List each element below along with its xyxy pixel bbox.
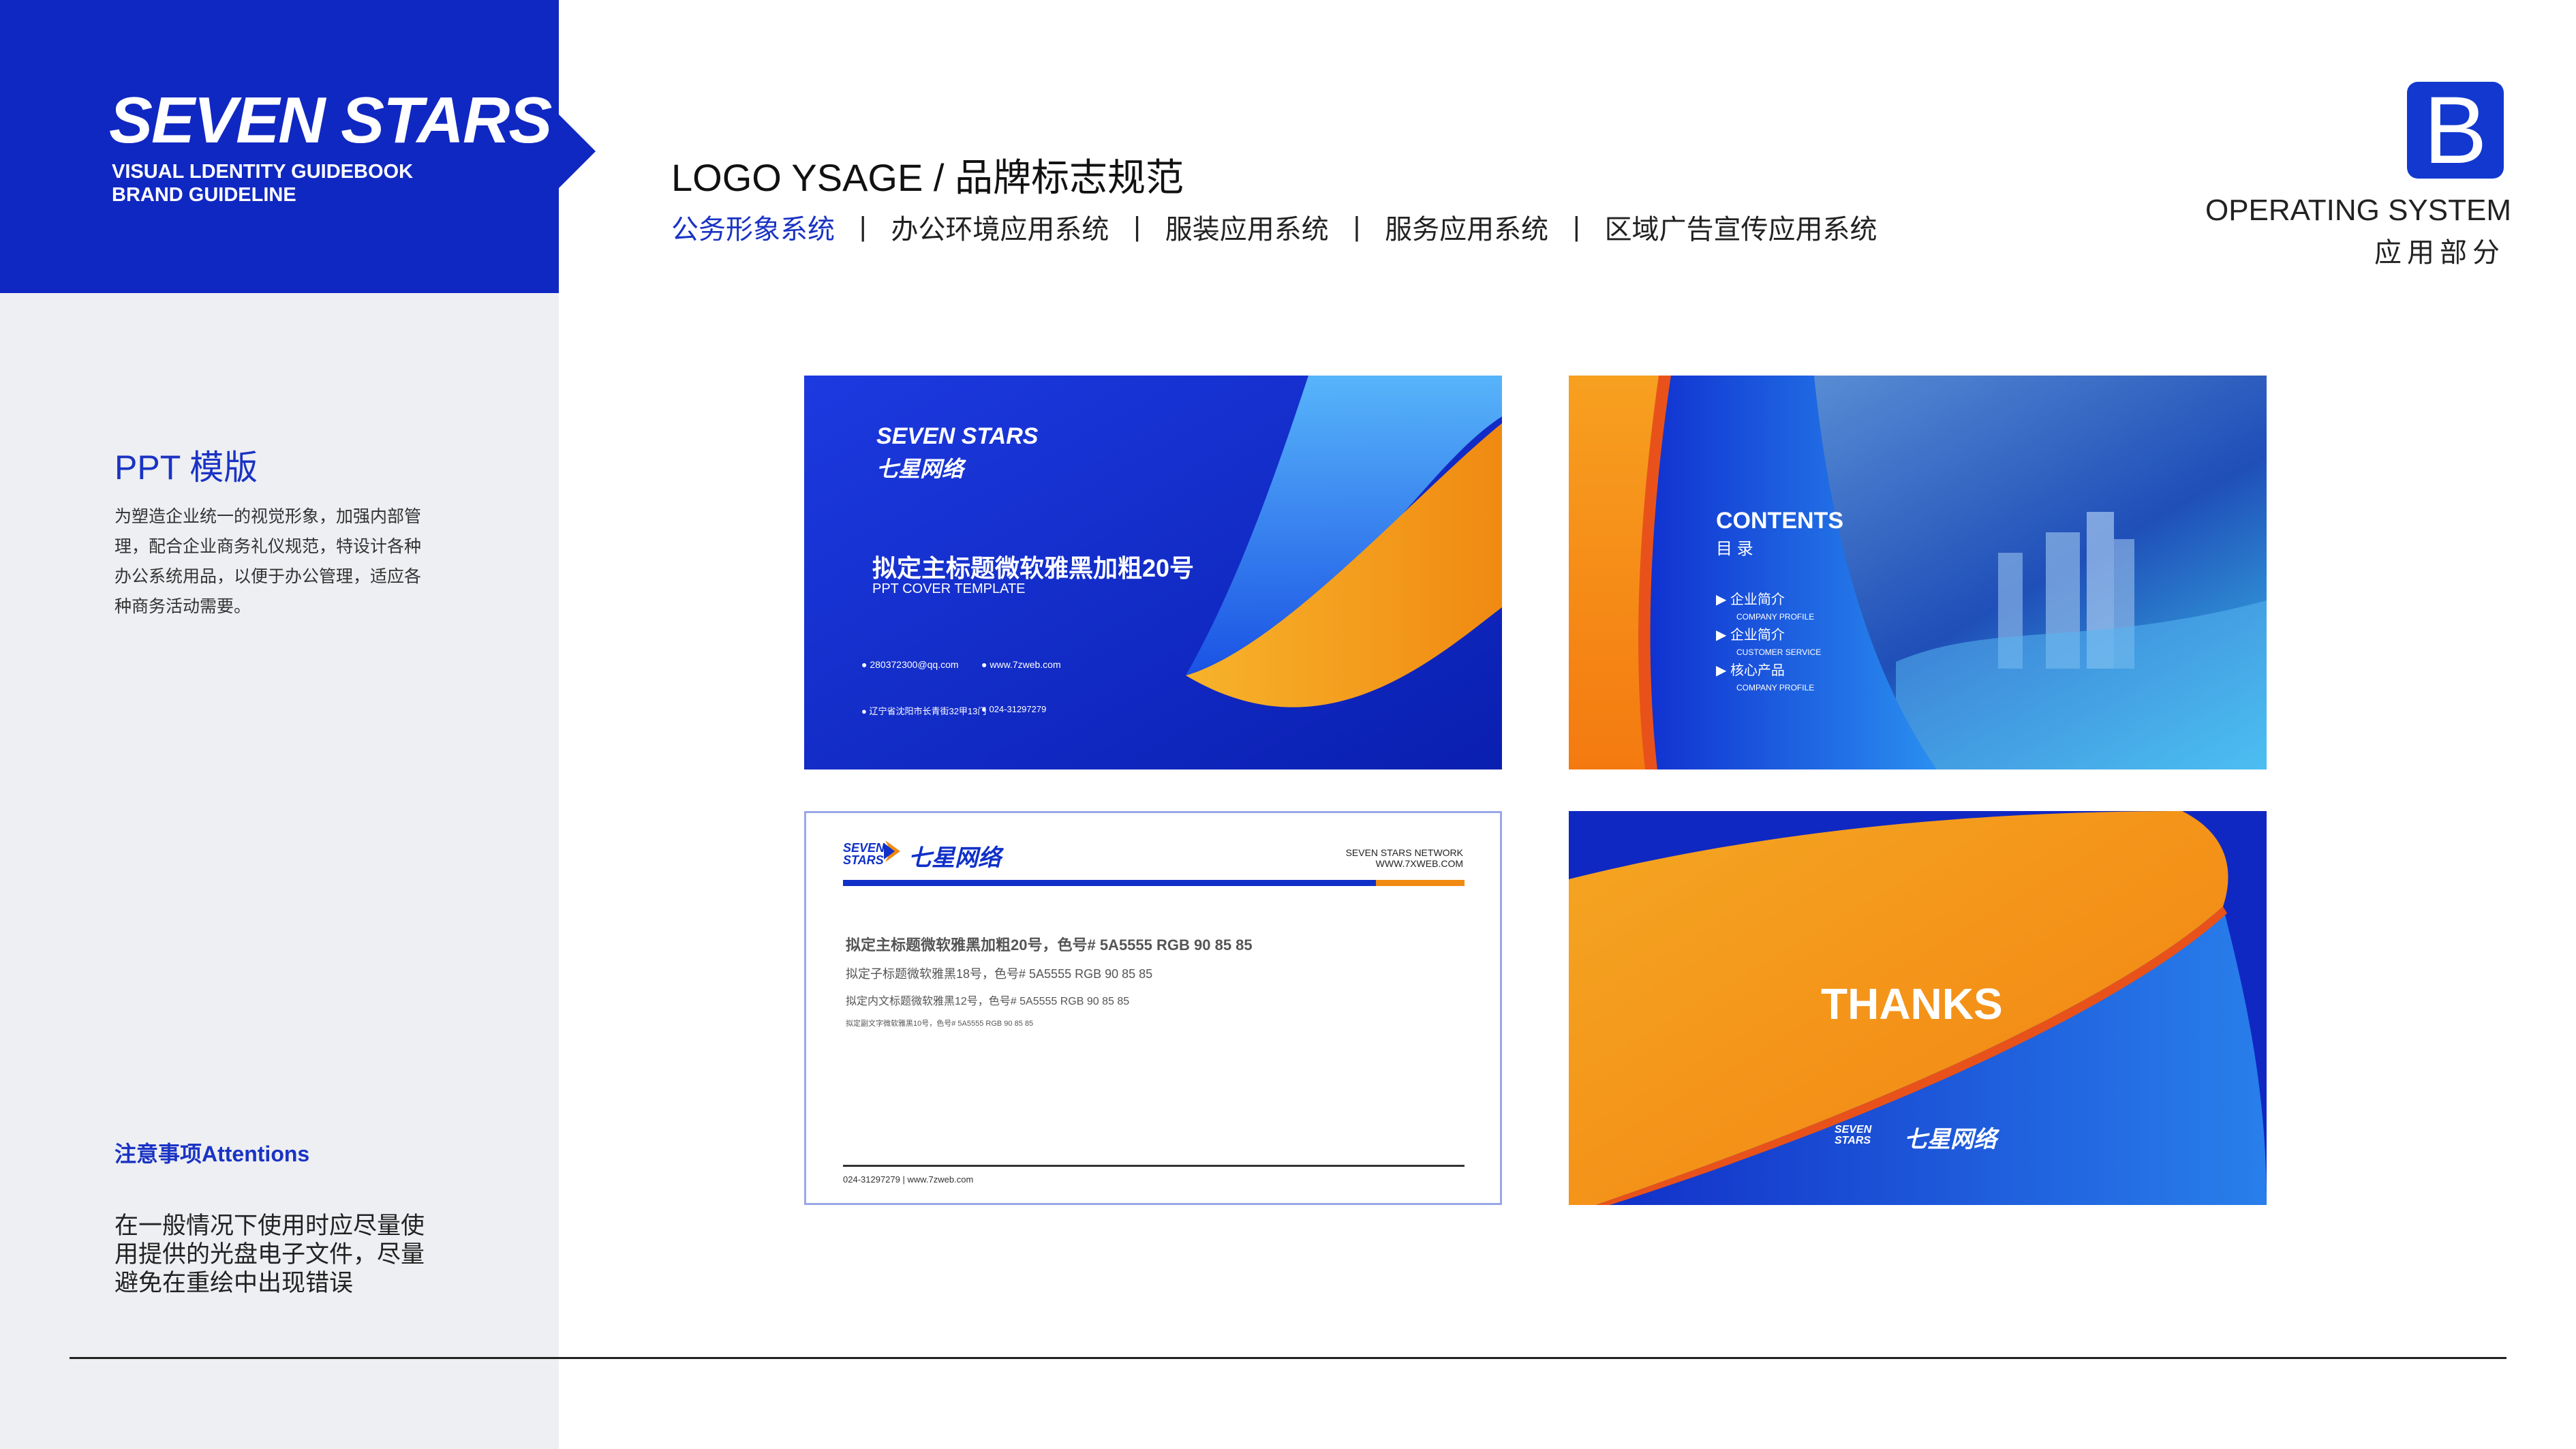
thanks-logo-en: SEVEN STARS (1835, 1124, 1872, 1146)
attention-description: 在一般情况下使用时应尽量使用提供的光盘电子文件，尽量避免在重绘中出现错误 (114, 1212, 425, 1296)
nav-item-service[interactable]: 服务应用系统 (1385, 207, 1548, 247)
contents-item: ▶ 企业简介 COMPANY PROFILE (1716, 592, 1815, 622)
content-logo-cn: 七星网络 (908, 845, 1001, 871)
star-swoosh-icon (883, 838, 903, 865)
attention-title: 注意事项Attentions (114, 1142, 310, 1166)
cover-phone: ● 024-31297279 (981, 704, 1047, 714)
cover-logo-en: SEVEN STARS (876, 423, 1039, 449)
content-network: SEVEN STARS NETWORK WWW.7XWEB.COM (1345, 847, 1463, 869)
thanks-text: THANKS (1821, 979, 2003, 1028)
content-logo-en: SEVEN STARS (843, 841, 885, 867)
section-title: PPT 模版 (114, 448, 258, 487)
nav-separator: | (1573, 211, 1580, 242)
contents-item: ▶ 核心产品 COMPANY PROFILE (1716, 663, 1815, 692)
content-line-4: 拟定副文字微软雅黑10号，色号# 5A5555 RGB 90 85 85 (846, 1020, 1034, 1028)
brand-subtitle-1: VISUAL LDENTITY GUIDEBOOK (112, 161, 414, 183)
section-description: 为塑造企业统一的视觉形象，加强内部管理，配合企业商务礼仪规范，特设计各种办公系统… (114, 507, 422, 616)
page-title: LOGO YSAGE / 品牌标志规范 (671, 156, 1184, 199)
content-header-bar-blue (843, 880, 1376, 886)
content-line-1: 拟定主标题微软雅黑加粗20号，色号# 5A5555 RGB 90 85 85 (846, 936, 1253, 954)
contents-item: ▶ 企业简介 CUSTOMER SERVICE (1716, 628, 1822, 657)
content-line-3: 拟定内文标题微软雅黑12号，色号# 5A5555 RGB 90 85 85 (846, 996, 1130, 1007)
cover-logo-cn: 七星网络 (876, 457, 964, 481)
brand-subtitle-2: BRAND GUIDELINE (112, 184, 296, 206)
cover-title: 拟定主标题微软雅黑加粗20号 (872, 554, 1195, 582)
cover-email: ● 280372300@qq.com (861, 659, 959, 670)
bottom-rule (70, 1357, 2506, 1359)
thanks-logo-cn: 七星网络 (1904, 1127, 1997, 1153)
contents-heading-cn: 目 录 (1716, 540, 1753, 558)
operating-system-subtitle: 应用部分 (2374, 238, 2505, 268)
nav-item-office-environment[interactable]: 办公环境应用系统 (891, 207, 1109, 247)
nav-item-official-image[interactable]: 公务形象系统 (671, 207, 835, 247)
content-header-bar-orange (1376, 880, 1465, 886)
nav-separator: | (859, 211, 867, 242)
cover-address: ● 辽宁省沈阳市长青街32甲13门 (861, 706, 987, 716)
brand-logo: SEVEN STARS (109, 84, 552, 157)
cover-website: ● www.7zweb.com (981, 659, 1061, 670)
ppt-thanks-card: THANKS SEVEN STARS 七星网络 (1569, 811, 2267, 1205)
ppt-cover-card: SEVEN STARS 七星网络 拟定主标题微软雅黑加粗20号 PPT COVE… (804, 376, 1502, 769)
content-footer-rule (843, 1165, 1465, 1167)
contents-heading: CONTENTS (1716, 508, 1843, 534)
operating-system-title: OPERATING SYSTEM (2205, 194, 2511, 227)
section-b-badge: B (2407, 82, 2504, 179)
cover-subtitle: PPT COVER TEMPLATE (872, 581, 1026, 596)
category-nav: 公务形象系统 | 办公环境应用系统 | 服装应用系统 | 服务应用系统 | 区域… (671, 207, 1877, 247)
ppt-contents-card: CONTENTS 目 录 ▶ 企业简介 COMPANY PROFILE ▶ 企业简… (1569, 376, 2267, 769)
brand-arrow (557, 113, 596, 189)
ppt-content-page-card: SEVEN STARS 七星网络 SEVEN STARS NETWORK WWW… (804, 811, 1502, 1205)
contents-background (1569, 376, 2267, 769)
nav-separator: | (1353, 211, 1361, 242)
nav-item-regional-ads[interactable]: 区域广告宣传应用系统 (1605, 207, 1877, 247)
nav-item-apparel[interactable]: 服装应用系统 (1165, 207, 1329, 247)
content-footer: 024-31297279 | www.7zweb.com (843, 1174, 974, 1185)
content-line-2: 拟定子标题微软雅黑18号，色号# 5A5555 RGB 90 85 85 (846, 967, 1153, 981)
nav-separator: | (1133, 211, 1141, 242)
